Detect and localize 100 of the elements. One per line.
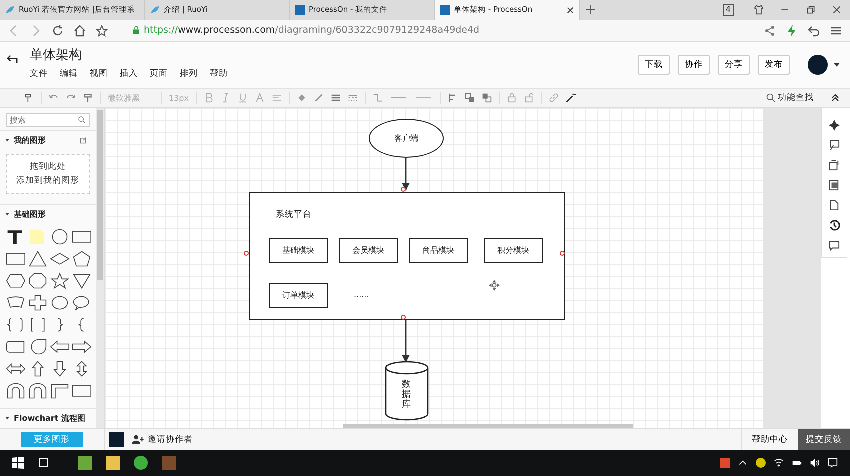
address-url[interactable]: https://www.processon.com/diagraming/603322c9079129248a49de4d bbox=[144, 25, 480, 36]
caret-icon[interactable] bbox=[834, 63, 840, 67]
client-ellipse[interactable]: 客户端 bbox=[369, 119, 444, 158]
wifi-icon[interactable] bbox=[774, 458, 784, 468]
corner-shape-icon[interactable] bbox=[50, 382, 70, 400]
invtri-shape-icon[interactable] bbox=[72, 272, 92, 290]
anchor-point[interactable] bbox=[401, 315, 406, 320]
module-box[interactable]: 会员模块 bbox=[339, 238, 398, 263]
menu-item[interactable]: 页面 bbox=[150, 68, 168, 80]
format-painter-icon[interactable] bbox=[24, 93, 34, 103]
uturn2-shape-icon[interactable] bbox=[28, 382, 48, 400]
circle-shape-icon[interactable] bbox=[50, 228, 70, 246]
connector-arrow[interactable] bbox=[402, 320, 410, 363]
header-button[interactable]: 下载 bbox=[638, 55, 670, 75]
send-back-icon[interactable] bbox=[482, 93, 492, 103]
expand-arrow-icon[interactable] bbox=[5, 138, 10, 143]
navigator-icon[interactable] bbox=[829, 120, 840, 131]
module-box[interactable]: 商品模块 bbox=[409, 238, 468, 263]
page-icon[interactable] bbox=[829, 200, 840, 211]
close-icon[interactable] bbox=[832, 5, 842, 15]
diamond-shape-icon[interactable] bbox=[50, 250, 70, 268]
drop-shape-icon[interactable] bbox=[28, 338, 48, 356]
restore-icon[interactable] bbox=[806, 5, 816, 15]
undo-icon[interactable] bbox=[808, 24, 820, 36]
connector-arrow[interactable] bbox=[402, 158, 410, 191]
edit-icon[interactable] bbox=[80, 137, 87, 144]
bracket-shape-icon[interactable] bbox=[28, 316, 48, 334]
header-button[interactable]: 分享 bbox=[718, 55, 750, 75]
tab-count[interactable]: 4 bbox=[722, 4, 734, 16]
rect2-shape-icon[interactable] bbox=[6, 250, 26, 268]
octa-shape-icon[interactable] bbox=[28, 272, 48, 290]
task-view-icon[interactable] bbox=[38, 457, 50, 469]
menu-item[interactable]: 编辑 bbox=[60, 68, 78, 80]
home-icon[interactable] bbox=[74, 24, 86, 36]
larrow-shape-icon[interactable] bbox=[50, 338, 70, 356]
header-button[interactable]: 发布 bbox=[758, 55, 790, 75]
back-arrow-icon[interactable] bbox=[7, 54, 18, 65]
menu-item[interactable]: 文件 bbox=[30, 68, 48, 80]
tray-icon[interactable] bbox=[756, 458, 766, 468]
connector-icon[interactable] bbox=[373, 93, 383, 103]
cloud-shape-icon[interactable] bbox=[50, 294, 70, 312]
section-title[interactable]: 我的图形 bbox=[14, 135, 46, 146]
rect3-shape-icon[interactable] bbox=[72, 382, 92, 400]
layers-icon[interactable] bbox=[829, 180, 840, 191]
align-left-icon[interactable] bbox=[448, 93, 458, 103]
close-icon[interactable] bbox=[567, 6, 574, 14]
new-tab-icon[interactable] bbox=[586, 5, 595, 14]
expand-arrow-icon[interactable] bbox=[5, 416, 10, 421]
menu-item[interactable]: 视图 bbox=[90, 68, 108, 80]
database-cylinder[interactable] bbox=[385, 361, 429, 421]
collapse-icon[interactable] bbox=[831, 93, 840, 103]
module-box[interactable]: 基础模块 bbox=[269, 238, 328, 263]
header-button[interactable]: 协作 bbox=[678, 55, 710, 75]
dash-style-icon[interactable] bbox=[348, 93, 358, 103]
expand-arrow-icon[interactable] bbox=[5, 212, 10, 217]
penta-shape-icon[interactable] bbox=[72, 250, 92, 268]
feedback-button[interactable]: 提交反馈 bbox=[798, 429, 850, 450]
magic-wand-icon[interactable] bbox=[566, 93, 576, 103]
rect-shape-icon[interactable] bbox=[72, 228, 92, 246]
anchor-point[interactable] bbox=[401, 187, 406, 192]
cross-shape-icon[interactable] bbox=[28, 294, 48, 312]
comment-icon[interactable] bbox=[829, 240, 840, 251]
scrollbar-thumb[interactable] bbox=[343, 424, 633, 428]
lightning-icon[interactable] bbox=[786, 24, 798, 36]
search-field[interactable]: 搜索 bbox=[6, 113, 90, 127]
module-box[interactable]: 订单模块 bbox=[269, 283, 328, 308]
menu-icon[interactable] bbox=[830, 24, 842, 36]
rarrow-shape-icon[interactable] bbox=[72, 338, 92, 356]
invite-link[interactable]: 邀请协作者 bbox=[148, 434, 193, 446]
tri-shape-icon[interactable] bbox=[28, 250, 48, 268]
star-icon[interactable] bbox=[96, 24, 108, 36]
module-box[interactable]: 积分模块 bbox=[484, 238, 543, 263]
star-shape-icon[interactable] bbox=[50, 272, 70, 290]
section-title[interactable]: 基础图形 bbox=[14, 209, 46, 220]
menu-item[interactable]: 排列 bbox=[180, 68, 198, 80]
font-color-icon[interactable] bbox=[255, 93, 265, 103]
line-weight-icon[interactable] bbox=[331, 93, 341, 103]
share-icon[interactable] bbox=[764, 24, 776, 36]
resize-page-icon[interactable] bbox=[829, 160, 840, 171]
reload-icon[interactable] bbox=[52, 24, 64, 36]
menu-item[interactable]: 帮助 bbox=[210, 68, 228, 80]
roundsq-shape-icon[interactable] bbox=[6, 338, 26, 356]
uturn-shape-icon[interactable] bbox=[6, 382, 26, 400]
hexa-shape-icon[interactable] bbox=[6, 272, 26, 290]
shirt-icon[interactable] bbox=[754, 5, 764, 15]
brush-icon[interactable] bbox=[83, 93, 93, 103]
avatar[interactable] bbox=[808, 55, 828, 75]
windows-icon[interactable] bbox=[12, 457, 24, 469]
volume-icon[interactable] bbox=[810, 458, 820, 468]
document-title[interactable]: 单体架构 bbox=[30, 46, 228, 64]
scrollbar-thumb[interactable] bbox=[97, 110, 103, 280]
callout-shape-icon[interactable] bbox=[72, 294, 92, 312]
history-icon[interactable] bbox=[829, 220, 840, 231]
anchor-point[interactable] bbox=[560, 251, 565, 256]
bring-front-icon[interactable] bbox=[465, 93, 475, 103]
section-title[interactable]: Flowchart 流程图 bbox=[14, 413, 86, 424]
feature-search[interactable]: 功能查找 bbox=[778, 92, 814, 104]
menu-item[interactable]: 插入 bbox=[120, 68, 138, 80]
brace-shape-icon[interactable] bbox=[6, 316, 26, 334]
notification-icon[interactable] bbox=[828, 458, 838, 468]
